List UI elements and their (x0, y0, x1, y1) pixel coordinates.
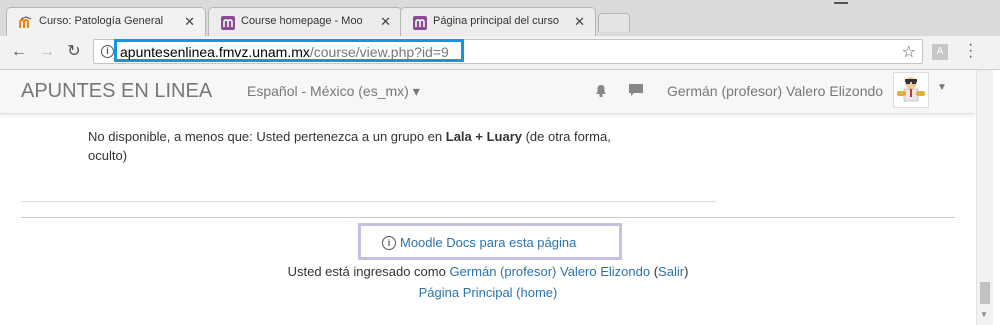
reload-icon[interactable]: ↻ (64, 42, 84, 62)
user-menu-caret-icon[interactable]: ▼ (937, 82, 947, 93)
page-scrollbar[interactable]: ▼ (976, 70, 993, 325)
tab-close-icon[interactable]: ✕ (574, 14, 585, 30)
browser-menu-icon[interactable]: · · · (968, 37, 974, 65)
user-menu-name[interactable]: Germán (profesor) Valero Elizondo (667, 83, 883, 99)
back-arrow-icon[interactable]: ← (9, 42, 29, 62)
restriction-notice: No disponible, a menos que: Usted perten… (88, 127, 648, 165)
section-divider (21, 201, 716, 202)
bookmark-star-icon[interactable]: ☆ (902, 42, 916, 62)
login-info: Usted está ingresado como Germán (profes… (287, 264, 689, 279)
footer-divider (21, 217, 955, 218)
login-prefix: Usted está ingresado como (287, 264, 450, 279)
moodle-favicon-icon (19, 16, 32, 28)
moodle-tab-icon (413, 16, 427, 30)
site-navbar: APUNTES EN LINEA Español - México (es_mx… (0, 70, 975, 114)
moodle-docs-link[interactable]: Moodle Docs para esta página (400, 235, 576, 250)
pdf-extension-icon[interactable]: A (932, 44, 948, 60)
restriction-group: Lala + Luary (445, 129, 522, 144)
window-minimize-button[interactable] (822, 0, 862, 8)
tab-course-homepage[interactable]: Course homepage - Moo ✕ (208, 7, 402, 36)
browser-tab-strip: Curso: Patología General ✕ Course homepa… (0, 0, 1000, 36)
logout-link[interactable]: Salir (658, 264, 684, 279)
language-menu[interactable]: Español - México (es_mx) ▾ (247, 83, 420, 100)
tab-pagina-principal[interactable]: Página principal del curso ✕ (400, 7, 596, 36)
tab-close-icon[interactable]: ✕ (380, 14, 391, 30)
url-path: /course/view.php?id=9 (309, 44, 449, 60)
tab-title: Curso: Patología General (39, 15, 164, 27)
tab-title: Course homepage - Moo (241, 15, 363, 27)
address-bar[interactable]: i apuntesenlinea.fmvz.unam.mx/course/vie… (93, 39, 923, 64)
scrollbar-thumb[interactable] (980, 282, 990, 304)
scroll-down-arrow-icon[interactable]: ▼ (980, 310, 988, 319)
home-link[interactable]: Página Principal (home) (419, 285, 558, 300)
url-host: apuntesenlinea.fmvz.unam.mx (120, 44, 310, 60)
avatar[interactable] (893, 72, 929, 108)
restriction-prefix: No disponible, a menos que: Usted perten… (88, 129, 446, 144)
site-brand[interactable]: APUNTES EN LINEA (21, 80, 212, 103)
profile-link[interactable]: Germán (profesor) Valero Elizondo (449, 264, 650, 279)
docs-info-icon: i (382, 236, 396, 250)
new-tab-button[interactable] (598, 13, 630, 32)
avatar-cartoon-icon (897, 77, 925, 102)
home-link-row: Página Principal (home) (0, 285, 976, 300)
forward-arrow-icon[interactable]: → (37, 42, 57, 62)
site-info-icon[interactable]: i (101, 45, 114, 58)
tab-curso-patologia[interactable]: Curso: Patología General ✕ (6, 7, 206, 36)
notification-bell-icon[interactable] (593, 82, 609, 98)
browser-toolbar: ← → ↻ i apuntesenlinea.fmvz.unam.mx/cour… (0, 36, 1000, 70)
tab-title: Página principal del curso (433, 15, 559, 27)
url-text[interactable]: apuntesenlinea.fmvz.unam.mx/course/view.… (120, 44, 449, 60)
tab-close-icon[interactable]: ✕ (184, 14, 195, 30)
messages-icon[interactable] (628, 82, 644, 98)
moodle-tab-icon (221, 16, 235, 30)
